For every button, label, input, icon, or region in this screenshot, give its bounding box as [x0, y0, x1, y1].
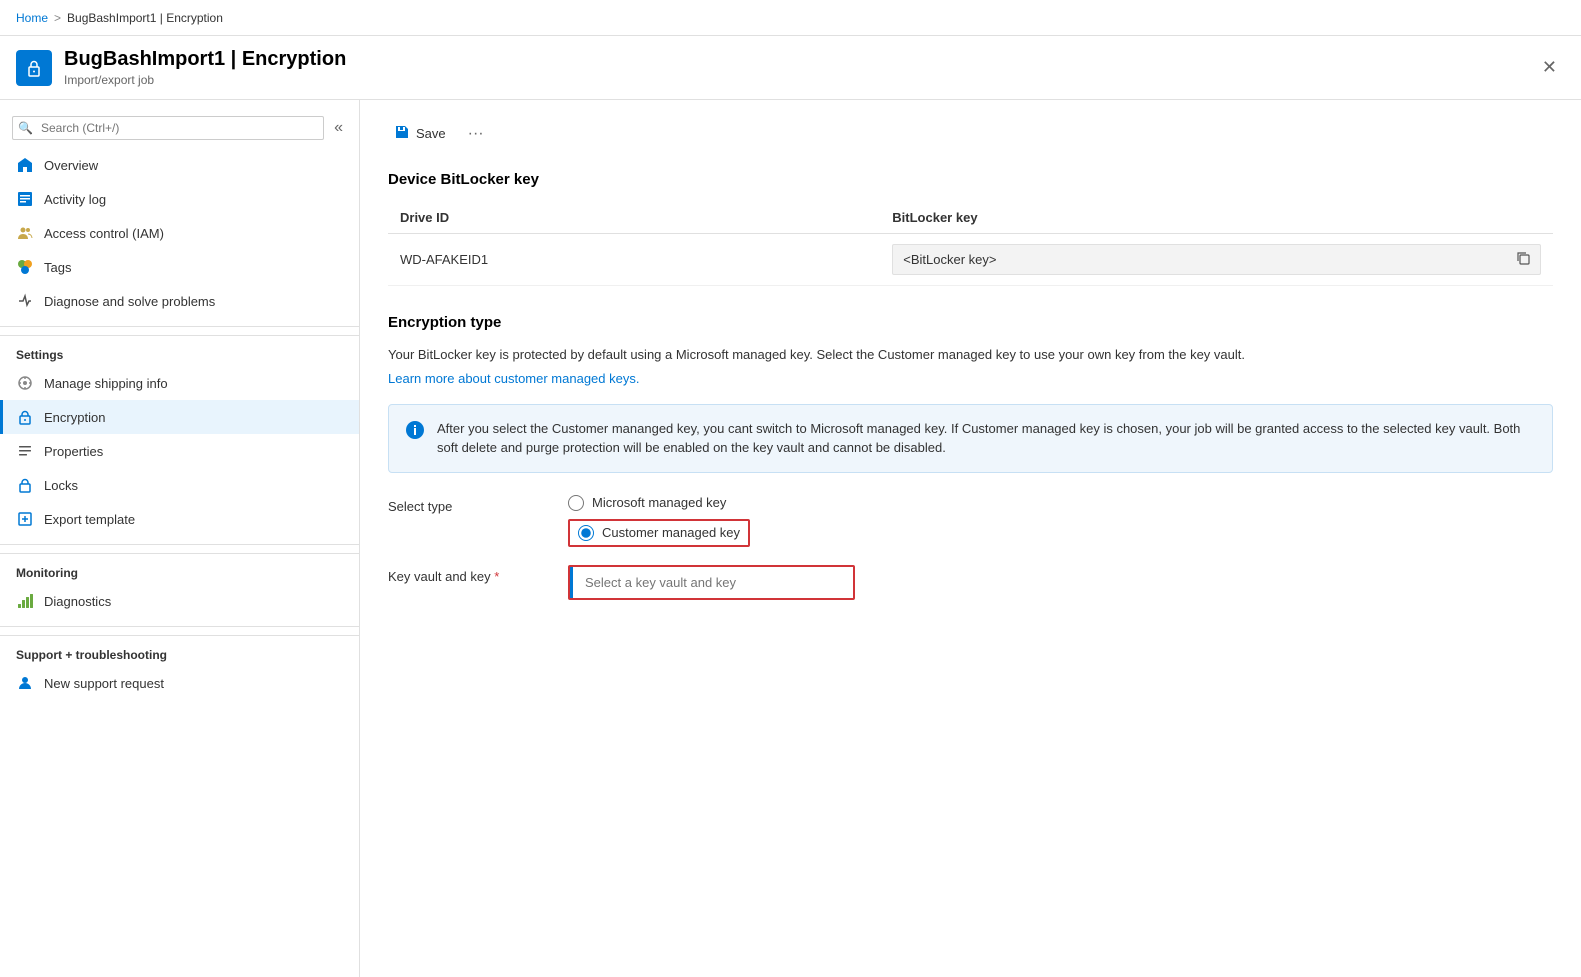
search-input[interactable]	[12, 116, 324, 140]
sidebar-item-label: Export template	[44, 512, 135, 527]
close-button[interactable]: ✕	[1534, 53, 1565, 82]
encryption-icon	[16, 408, 34, 426]
encryption-type-section: Encryption type Your BitLocker key is pr…	[388, 314, 1553, 600]
sidebar-item-label: Overview	[44, 158, 98, 173]
diagnostics-icon	[16, 592, 34, 610]
bitlocker-section: Device BitLocker key Drive ID BitLocker …	[388, 171, 1553, 286]
overview-icon	[16, 156, 34, 174]
page-header: BugBashImport1 | Encryption Import/expor…	[0, 36, 1581, 100]
sidebar-item-label: Diagnose and solve problems	[44, 294, 215, 309]
sidebar-item-tags[interactable]: Tags	[0, 250, 359, 284]
table-row: WD-AFAKEID1 <BitLocker key>	[388, 234, 1553, 286]
header-icon	[16, 50, 52, 86]
settings-section-label: Settings	[0, 335, 359, 366]
key-vault-input-wrapper	[568, 565, 855, 600]
copy-bitlocker-key-button[interactable]	[1516, 251, 1530, 268]
breadcrumb-separator: >	[54, 11, 61, 25]
key-vault-input-inner	[570, 567, 853, 598]
page-title: BugBashImport1 | Encryption	[64, 48, 346, 71]
properties-icon	[16, 442, 34, 460]
bitlocker-section-title: Device BitLocker key	[388, 171, 1553, 188]
microsoft-managed-option[interactable]: Microsoft managed key	[568, 495, 750, 511]
breadcrumb: Home > BugBashImport1 | Encryption	[0, 0, 1581, 36]
breadcrumb-home[interactable]: Home	[16, 11, 48, 25]
tags-icon	[16, 258, 34, 276]
sidebar-item-new-support[interactable]: New support request	[0, 666, 359, 700]
main-content: Save ··· Device BitLocker key Drive ID B…	[360, 100, 1581, 977]
sidebar-search-container: 🔍 «	[0, 108, 359, 148]
sidebar-item-label: Properties	[44, 444, 103, 459]
customer-managed-label: Customer managed key	[602, 525, 740, 540]
sidebar-item-label: Diagnostics	[44, 594, 111, 609]
bitlocker-key-value: <BitLocker key>	[903, 252, 996, 267]
search-icon: 🔍	[18, 121, 33, 135]
monitoring-section-label: Monitoring	[0, 553, 359, 584]
info-box: After you select the Customer mananged k…	[388, 404, 1553, 473]
radio-group: Microsoft managed key Customer managed k…	[568, 495, 750, 547]
drive-id-cell: WD-AFAKEID1	[388, 234, 880, 286]
select-type-label: Select type	[388, 495, 548, 514]
collapse-sidebar-button[interactable]: «	[330, 117, 347, 139]
manage-shipping-icon	[16, 374, 34, 392]
sidebar-item-export-template[interactable]: Export template	[0, 502, 359, 536]
sidebar-item-encryption[interactable]: Encryption	[0, 400, 359, 434]
export-template-icon	[16, 510, 34, 528]
support-section-label: Support + troubleshooting	[0, 635, 359, 666]
sidebar-item-label: Activity log	[44, 192, 106, 207]
sidebar-item-label: Tags	[44, 260, 71, 275]
sidebar-item-manage-shipping[interactable]: Manage shipping info	[0, 366, 359, 400]
sidebar: 🔍 « Overview Activity log Access control…	[0, 100, 360, 977]
learn-more-link[interactable]: Learn more about customer managed keys.	[388, 371, 639, 386]
encryption-description: Your BitLocker key is protected by defau…	[388, 345, 1553, 365]
more-options-button[interactable]: ···	[468, 125, 484, 143]
new-support-icon	[16, 674, 34, 692]
sidebar-item-overview[interactable]: Overview	[0, 148, 359, 182]
select-type-row: Select type Microsoft managed key Custom…	[388, 495, 1553, 547]
key-vault-row: Key vault and key	[388, 565, 1553, 600]
sidebar-item-label: Access control (IAM)	[44, 226, 164, 241]
key-vault-label: Key vault and key	[388, 565, 548, 584]
info-text: After you select the Customer mananged k…	[437, 419, 1536, 458]
sidebar-item-label: Encryption	[44, 410, 105, 425]
sidebar-item-properties[interactable]: Properties	[0, 434, 359, 468]
customer-managed-option[interactable]: Customer managed key	[578, 525, 740, 541]
save-label: Save	[416, 126, 446, 141]
locks-icon	[16, 476, 34, 494]
save-button[interactable]: Save	[388, 120, 452, 147]
bitlocker-table: Drive ID BitLocker key WD-AFAKEID1 <BitL…	[388, 202, 1553, 286]
bitlocker-key-header: BitLocker key	[880, 202, 1553, 234]
sidebar-item-locks[interactable]: Locks	[0, 468, 359, 502]
sidebar-item-activity-log[interactable]: Activity log	[0, 182, 359, 216]
customer-managed-highlighted: Customer managed key	[568, 519, 750, 547]
save-icon	[394, 124, 410, 143]
microsoft-managed-radio[interactable]	[568, 495, 584, 511]
sidebar-item-diagnose[interactable]: Diagnose and solve problems	[0, 284, 359, 318]
info-icon	[405, 420, 425, 458]
sidebar-item-iam[interactable]: Access control (IAM)	[0, 216, 359, 250]
drive-id-header: Drive ID	[388, 202, 880, 234]
toolbar: Save ···	[388, 120, 1553, 147]
bitlocker-key-cell: <BitLocker key>	[880, 234, 1553, 286]
sidebar-item-label: Manage shipping info	[44, 376, 168, 391]
breadcrumb-current: BugBashImport1 | Encryption	[67, 11, 223, 25]
microsoft-managed-label: Microsoft managed key	[592, 495, 726, 510]
key-vault-input[interactable]	[573, 567, 853, 598]
page-subtitle: Import/export job	[64, 73, 346, 87]
customer-managed-radio[interactable]	[578, 525, 594, 541]
sidebar-item-label: Locks	[44, 478, 78, 493]
sidebar-item-diagnostics[interactable]: Diagnostics	[0, 584, 359, 618]
sidebar-item-label: New support request	[44, 676, 164, 691]
iam-icon	[16, 224, 34, 242]
diagnose-icon	[16, 292, 34, 310]
activity-log-icon	[16, 190, 34, 208]
encryption-type-title: Encryption type	[388, 314, 1553, 331]
